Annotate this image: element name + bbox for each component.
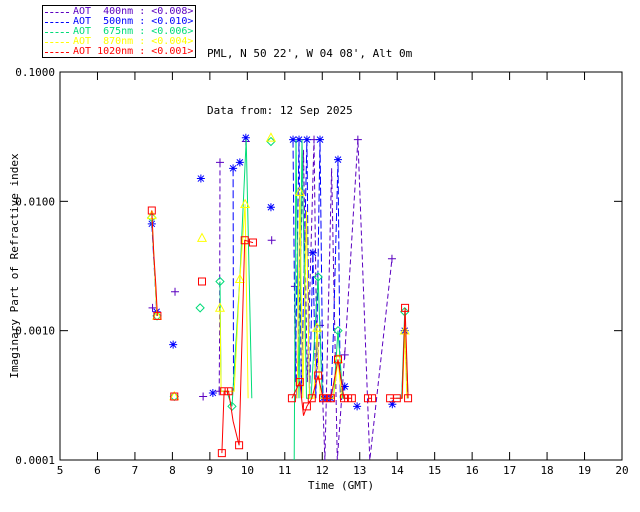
y-tick-label: 0.0010: [15, 325, 55, 338]
x-tick-label: 11: [278, 464, 291, 477]
series-markers-square: [148, 207, 411, 457]
x-tick-label: 13: [353, 464, 366, 477]
y-axis-title: Imaginary Part of Refractive index: [8, 153, 21, 379]
series-markers-triangle: [148, 133, 409, 399]
y-tick-label: 0.0001: [15, 454, 55, 467]
x-tick-label: 15: [428, 464, 441, 477]
x-tick-label: 5: [57, 464, 64, 477]
legend-line-sample-870nm: [45, 42, 69, 43]
series-markers-asterisk: [148, 134, 409, 411]
legend-label-1020nm: AOT 1020nm : <0.001>: [73, 47, 193, 57]
x-tick-label: 14: [391, 464, 405, 477]
series-aot-400nm: [149, 136, 396, 460]
series-aot-870nm: [148, 133, 409, 399]
x-tick-label: 16: [466, 464, 479, 477]
x-tick-label: 9: [207, 464, 214, 477]
station-location: PML, N 50 22', W 04 08', Alt 0m: [207, 44, 412, 63]
x-tick-label: 20: [615, 464, 628, 477]
station-info: PML, N 50 22', W 04 08', Alt 0m Data fro…: [207, 6, 412, 158]
series-line: [295, 140, 392, 460]
x-tick-label: 7: [132, 464, 139, 477]
x-tick-label: 17: [503, 464, 516, 477]
legend-line-sample-675nm: [45, 32, 69, 33]
x-tick-label: 8: [169, 464, 176, 477]
legend-box: AOT 400nm : <0.008> AOT 500nm : <0.010> …: [42, 5, 196, 58]
y-tick-label: 0.1000: [15, 66, 55, 79]
aot-refractive-index-page: 5 6 7 8 9 10 11 12 13 14 15 16 17 18 19 20 0.1000 0.0100 0…: [0, 0, 640, 512]
x-tick-label: 10: [241, 464, 254, 477]
series-line: [219, 162, 220, 391]
x-tick-label: 12: [316, 464, 329, 477]
y-tick-label: 0.0100: [15, 195, 55, 208]
series-aot-675nm: [148, 138, 409, 460]
legend-item-1020nm: AOT 1020nm : <0.001>: [45, 47, 193, 57]
data-date: Data from: 12 Sep 2025: [207, 101, 412, 120]
legend-line-sample-500nm: [45, 22, 69, 23]
series-line: [222, 240, 253, 453]
x-tick-label: 6: [94, 464, 101, 477]
x-tick-label: 18: [540, 464, 553, 477]
series-markers-diamond: [148, 138, 409, 411]
x-tick-label: 19: [578, 464, 591, 477]
x-axis-title: Time (GMT): [308, 479, 374, 492]
legend-line-sample-1020nm: [45, 52, 69, 53]
series-aot-1020nm: [148, 207, 411, 457]
legend-line-sample-400nm: [45, 12, 69, 13]
series-aot-500nm: [148, 134, 409, 411]
